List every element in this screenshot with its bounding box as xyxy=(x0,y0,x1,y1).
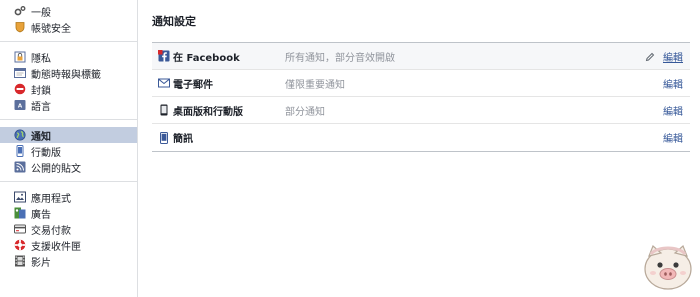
edit-link-label[interactable]: 編輯 xyxy=(663,130,683,145)
notification-channel-name: 電子郵件 xyxy=(173,79,213,91)
sidebar-item-mobile[interactable]: 行動版 xyxy=(0,143,137,159)
mobile-icon xyxy=(14,145,26,157)
page-title: 通知設定 xyxy=(152,15,196,28)
rss-icon xyxy=(14,161,26,173)
sidebar-divider xyxy=(0,41,137,42)
sidebar-item-label: 語言 xyxy=(31,101,51,113)
sidebar-item-privacy[interactable]: 隱私 xyxy=(0,49,137,65)
globe-icon xyxy=(14,129,26,141)
edit-link-label[interactable]: 編輯 xyxy=(663,76,683,91)
film-icon xyxy=(14,255,26,267)
sidebar-item-label: 支援收件匣 xyxy=(31,241,81,253)
notification-settings-table: 在 Facebook 所有通知，部分音效開啟 編輯 電子郵件 僅限重要通知 編輯 xyxy=(152,42,690,152)
language-icon: A xyxy=(14,99,26,111)
edit-link-label[interactable]: 編輯 xyxy=(663,49,683,64)
ads-icon xyxy=(14,207,26,219)
sidebar-item-label: 廣告 xyxy=(31,209,51,221)
notification-row-on-facebook[interactable]: 在 Facebook 所有通知，部分音效開啟 編輯 xyxy=(152,43,690,70)
sidebar-group-notifications: 通知 行動版 公開的貼文 xyxy=(0,124,137,178)
sidebar-item-label: 通知 xyxy=(31,131,51,143)
sidebar-item-timeline[interactable]: 動態時報與標籤 xyxy=(0,65,137,81)
sidebar-item-support-inbox[interactable]: 支援收件匣 xyxy=(0,237,137,253)
sidebar-item-label: 公開的貼文 xyxy=(31,163,81,175)
notification-channel-summary: 部分通知 xyxy=(285,106,325,118)
sidebar-item-label: 行動版 xyxy=(31,147,61,159)
sidebar-item-payments[interactable]: 交易付款 xyxy=(0,221,137,237)
block-icon xyxy=(14,83,26,95)
sidebar-item-label: 封鎖 xyxy=(31,85,51,97)
sidebar-item-public-posts[interactable]: 公開的貼文 xyxy=(0,159,137,175)
notification-row-email[interactable]: 電子郵件 僅限重要通知 編輯 xyxy=(152,70,690,97)
shield-icon xyxy=(14,21,26,33)
notification-row-sms[interactable]: 簡訊 編輯 xyxy=(152,124,690,151)
notification-channel-name: 在 Facebook xyxy=(173,52,240,64)
pencil-icon xyxy=(645,52,655,62)
sidebar-item-language[interactable]: A 語言 xyxy=(0,97,137,113)
edit-link-label[interactable]: 編輯 xyxy=(663,103,683,118)
privacy-lock-icon xyxy=(14,51,26,63)
sidebar-item-label: 動態時報與標籤 xyxy=(31,69,101,81)
sidebar-item-security[interactable]: 帳號安全 xyxy=(0,19,137,35)
sidebar-group-apps: 應用程式 廣告 交易付款 支援收件匣 影片 xyxy=(0,186,137,272)
sidebar-item-notifications[interactable]: 通知 xyxy=(0,127,137,143)
sidebar-item-label: 隱私 xyxy=(31,53,51,65)
sidebar-item-ads[interactable]: 廣告 xyxy=(0,205,137,221)
edit-link[interactable]: 編輯 xyxy=(663,124,683,151)
sidebar-group-privacy: 隱私 動態時報與標籤 封鎖 A 語言 xyxy=(0,46,137,116)
edit-link[interactable]: 編輯 xyxy=(663,97,683,124)
notification-channel-summary: 所有通知，部分音效開啟 xyxy=(285,52,395,64)
svg-text:A: A xyxy=(18,104,23,110)
edit-link[interactable]: 編輯 xyxy=(663,70,683,97)
gears-icon xyxy=(14,5,26,17)
sidebar-item-general[interactable]: 一般 xyxy=(0,3,137,19)
sidebar-divider xyxy=(0,119,137,120)
sidebar-item-blocking[interactable]: 封鎖 xyxy=(0,81,137,97)
sms-phone-icon xyxy=(158,131,170,144)
facebook-icon xyxy=(158,50,170,62)
card-icon xyxy=(14,223,26,235)
notification-row-desktop-mobile[interactable]: 桌面版和行動版 部分通知 編輯 xyxy=(152,97,690,124)
pig-mascot-watermark-icon xyxy=(644,244,692,290)
sidebar-group-general: 一般 帳號安全 xyxy=(0,0,137,38)
notification-channel-summary: 僅限重要通知 xyxy=(285,79,345,91)
sidebar-divider xyxy=(0,181,137,182)
edit-link[interactable]: 編輯 xyxy=(645,43,683,70)
phone-icon xyxy=(158,104,170,116)
sidebar-item-label: 應用程式 xyxy=(31,193,71,205)
sidebar-item-label: 交易付款 xyxy=(31,225,71,237)
timeline-icon xyxy=(14,67,26,79)
notification-channel-name: 桌面版和行動版 xyxy=(173,106,243,118)
sidebar-item-videos[interactable]: 影片 xyxy=(0,253,137,269)
notification-channel-name: 簡訊 xyxy=(173,134,193,145)
settings-sidebar: 一般 帳號安全 隱私 動態時報與標籤 封鎖 A 語言 通知 行動版 公開的貼文 … xyxy=(0,0,138,297)
sidebar-item-label: 影片 xyxy=(31,257,51,269)
mail-icon xyxy=(158,77,170,89)
lifebuoy-icon xyxy=(14,239,26,251)
sidebar-item-label: 帳號安全 xyxy=(31,23,71,35)
sidebar-item-apps[interactable]: 應用程式 xyxy=(0,189,137,205)
sidebar-item-label: 一般 xyxy=(31,7,51,19)
apps-icon xyxy=(14,191,26,203)
